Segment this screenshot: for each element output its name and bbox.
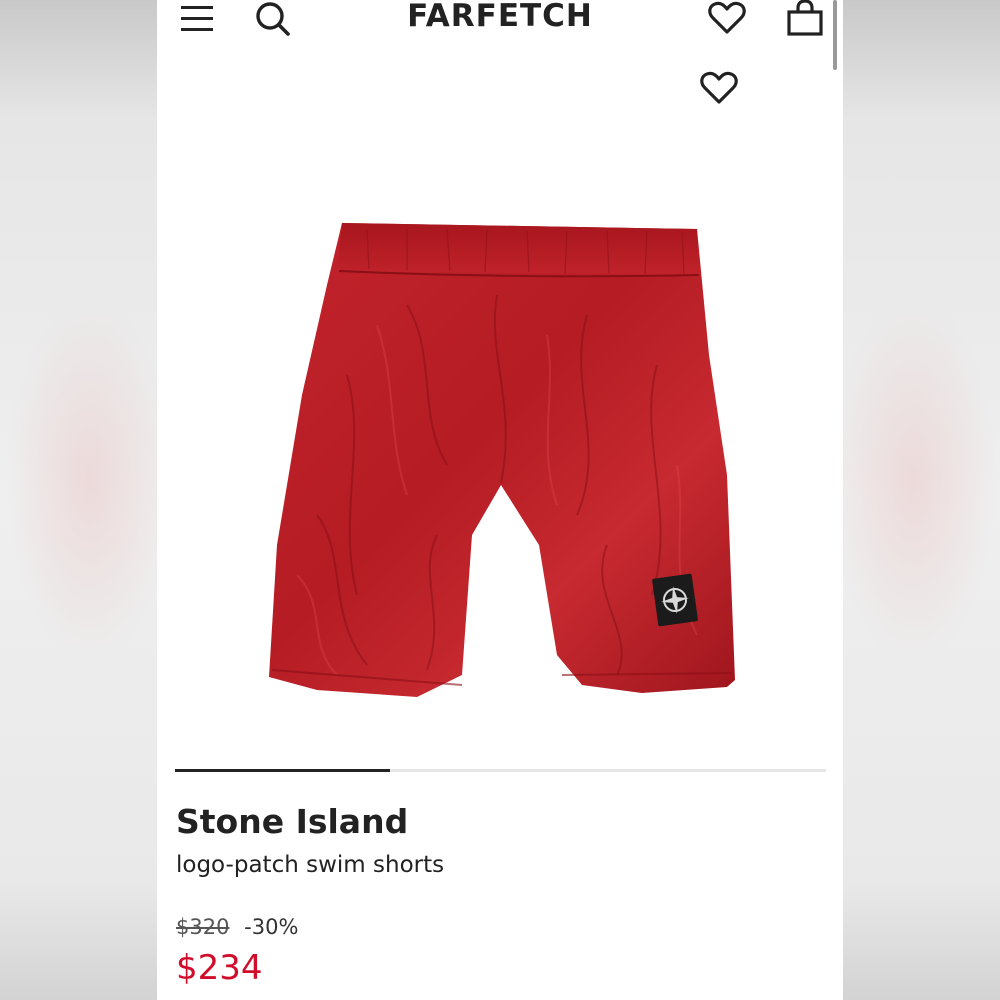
carousel-progress xyxy=(175,769,390,772)
sale-price: $234 xyxy=(176,948,263,988)
product-description: logo-patch swim shorts xyxy=(176,852,445,878)
original-price: $320 xyxy=(176,915,230,939)
price-row: $320 -30% xyxy=(176,915,298,939)
product-brand[interactable]: Stone Island xyxy=(176,802,408,841)
wishlist-header-button[interactable] xyxy=(707,0,747,36)
logo-patch xyxy=(652,573,698,627)
background-blur-left xyxy=(0,0,157,1000)
image-carousel-indicator[interactable] xyxy=(175,769,826,772)
discount-badge: -30% xyxy=(244,915,299,939)
add-to-wishlist-button[interactable] xyxy=(699,70,739,106)
heart-icon xyxy=(708,1,746,34)
app-screen: FARFETCH Stone Island logo-patch swim sh… xyxy=(157,0,843,1000)
bag-button[interactable] xyxy=(785,0,825,38)
heart-icon xyxy=(700,71,738,104)
product-image[interactable] xyxy=(257,215,737,715)
swim-shorts-illustration xyxy=(269,223,735,697)
bag-icon xyxy=(787,0,823,36)
background-blur-right xyxy=(843,0,1000,1000)
